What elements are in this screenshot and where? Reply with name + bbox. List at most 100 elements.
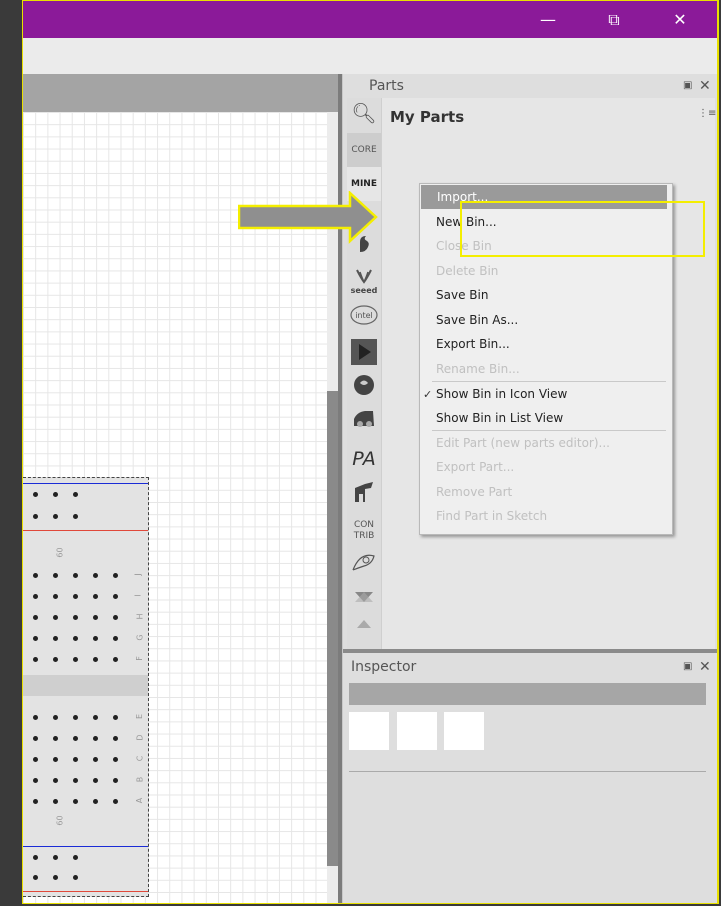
canvas-scrollbar-thumb[interactable]: [327, 391, 338, 866]
breadboard-hole[interactable]: [33, 736, 38, 741]
breadboard-hole[interactable]: [73, 855, 78, 860]
breadboard-hole[interactable]: [33, 875, 38, 880]
breadboard-hole[interactable]: [33, 799, 38, 804]
snootlab-icon[interactable]: [347, 373, 381, 407]
menu-item-list-view[interactable]: Show Bin in List View: [420, 406, 668, 430]
breadboard-hole[interactable]: [93, 715, 98, 720]
breadboard-hole[interactable]: [93, 594, 98, 599]
breadboard-hole[interactable]: [73, 636, 78, 641]
breadboard-hole[interactable]: [93, 573, 98, 578]
breadboard-hole[interactable]: [113, 736, 118, 741]
breadboard-hole[interactable]: [73, 715, 78, 720]
breadboard-hole[interactable]: [113, 594, 118, 599]
breadboard-hole[interactable]: [93, 778, 98, 783]
menu-item-remove-part[interactable]: Remove Part: [420, 480, 668, 504]
inspector-view-box[interactable]: [444, 712, 484, 750]
breadboard-hole[interactable]: [53, 715, 58, 720]
breadboard-hole[interactable]: [113, 573, 118, 578]
breadboard-hole[interactable]: [33, 757, 38, 762]
breadboard-hole[interactable]: [73, 657, 78, 662]
breadboard-hole[interactable]: [53, 492, 58, 497]
breadboard-hole[interactable]: [53, 594, 58, 599]
breadboard-hole[interactable]: [73, 573, 78, 578]
fabu-icon[interactable]: [347, 550, 381, 584]
breadboard-hole[interactable]: [73, 514, 78, 519]
animal-icon[interactable]: [347, 478, 381, 512]
breadboard-hole[interactable]: [53, 657, 58, 662]
breadboard[interactable]: 60 60 J I H G F E D C B A: [23, 477, 149, 897]
row-label: E: [135, 713, 145, 720]
inspector-view-box[interactable]: [349, 712, 389, 750]
restore-button[interactable]: ⧉: [591, 1, 637, 38]
breadboard-hole[interactable]: [113, 715, 118, 720]
breadboard-hole[interactable]: [93, 657, 98, 662]
breadboard-hole[interactable]: [33, 573, 38, 578]
breadboard-hole[interactable]: [73, 778, 78, 783]
contrib-icon[interactable]: CON TRIB: [347, 514, 381, 548]
breadboard-hole[interactable]: [33, 636, 38, 641]
menu-item-save-bin[interactable]: Save Bin: [420, 283, 668, 307]
breadboard-hole[interactable]: [113, 615, 118, 620]
breadboard-hole[interactable]: [53, 799, 58, 804]
menu-item-edit-part[interactable]: Edit Part (new parts editor)...: [420, 431, 668, 455]
breadboard-hole[interactable]: [113, 636, 118, 641]
close-panel-icon[interactable]: ✕: [699, 659, 711, 675]
breadboard-hole[interactable]: [113, 657, 118, 662]
close-panel-icon[interactable]: ✕: [699, 78, 711, 94]
breadboard-hole[interactable]: [73, 736, 78, 741]
breadboard-hole[interactable]: [33, 855, 38, 860]
breadboard-hole[interactable]: [53, 736, 58, 741]
breadboard-hole[interactable]: [53, 757, 58, 762]
search-icon[interactable]: 🔍︎: [347, 98, 381, 132]
menu-item-save-bin-as[interactable]: Save Bin As...: [420, 308, 668, 332]
breadboard-hole[interactable]: [53, 615, 58, 620]
menu-item-icon-view[interactable]: Show Bin in Icon View: [420, 382, 668, 406]
breadboard-hole[interactable]: [53, 855, 58, 860]
breadboard-hole[interactable]: [33, 715, 38, 720]
breadboard-hole[interactable]: [113, 778, 118, 783]
breadboard-hole[interactable]: [53, 778, 58, 783]
breadboard-hole[interactable]: [73, 492, 78, 497]
breadboard-hole[interactable]: [53, 875, 58, 880]
breadboard-hole[interactable]: [93, 799, 98, 804]
pa-icon[interactable]: PA: [347, 444, 381, 478]
car-icon[interactable]: [347, 408, 381, 442]
breadboard-hole[interactable]: [93, 636, 98, 641]
seeed-icon[interactable]: seeed: [347, 266, 381, 300]
breadboard-hole[interactable]: [53, 636, 58, 641]
breadboard-hole[interactable]: [53, 514, 58, 519]
close-window-button[interactable]: ✕: [657, 1, 703, 38]
breadboard-hole[interactable]: [33, 514, 38, 519]
parts-panel-title: Parts: [369, 78, 404, 94]
breadboard-hole[interactable]: [33, 594, 38, 599]
play-icon[interactable]: [347, 338, 381, 372]
breadboard-hole[interactable]: [113, 799, 118, 804]
menu-item-delete-bin[interactable]: Delete Bin: [420, 259, 668, 283]
bin-menu-icon[interactable]: ⋮≡: [698, 108, 716, 119]
menu-item-find-part[interactable]: Find Part in Sketch: [420, 504, 668, 528]
bin-tab-core[interactable]: CORE: [347, 133, 381, 167]
breadboard-hole[interactable]: [93, 736, 98, 741]
breadboard-hole[interactable]: [33, 492, 38, 497]
float-icon[interactable]: ▣: [683, 661, 692, 672]
menu-item-export-part[interactable]: Export Part...: [420, 455, 668, 479]
float-icon[interactable]: ▣: [683, 80, 692, 91]
breadboard-hole[interactable]: [33, 657, 38, 662]
more-icon[interactable]: [347, 588, 381, 648]
breadboard-hole[interactable]: [73, 594, 78, 599]
breadboard-hole[interactable]: [73, 799, 78, 804]
intel-icon[interactable]: intel: [347, 303, 381, 337]
menu-item-rename-bin[interactable]: Rename Bin...: [420, 357, 668, 381]
breadboard-hole[interactable]: [33, 615, 38, 620]
breadboard-hole[interactable]: [113, 757, 118, 762]
menu-item-export-bin[interactable]: Export Bin...: [420, 332, 668, 356]
breadboard-hole[interactable]: [73, 615, 78, 620]
breadboard-hole[interactable]: [53, 573, 58, 578]
breadboard-hole[interactable]: [93, 757, 98, 762]
breadboard-hole[interactable]: [73, 757, 78, 762]
breadboard-hole[interactable]: [33, 778, 38, 783]
breadboard-hole[interactable]: [93, 615, 98, 620]
minimize-button[interactable]: —: [525, 1, 571, 38]
inspector-view-box[interactable]: [397, 712, 437, 750]
breadboard-hole[interactable]: [73, 875, 78, 880]
